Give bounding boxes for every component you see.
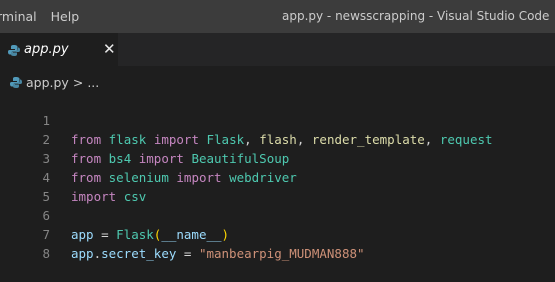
code-line: 6 app = Flask(__name__)	[0, 187, 229, 242]
menu-bar: rminal Help	[0, 9, 79, 24]
code-line: 2 from bs4 import BeautifulSoup	[0, 111, 289, 166]
title-bar: rminal Help app.py - newsscrapping - Vis…	[0, 0, 555, 33]
code-text: from selenium import webdriver	[71, 170, 297, 185]
breadcrumb: app.py > ...	[10, 72, 99, 92]
python-file-icon	[8, 45, 20, 56]
code-text: from bs4 import BeautifulSoup	[71, 151, 290, 166]
editor-tabs-bar: app.py ✕	[0, 33, 555, 66]
close-icon[interactable]: ✕	[103, 40, 116, 58]
code-line: 3 from selenium import webdriver	[0, 130, 296, 185]
tab-app-py[interactable]: app.py ✕	[0, 33, 118, 66]
breadcrumb-separator: >	[72, 74, 84, 90]
code-line: 8	[0, 225, 50, 261]
menu-item-help[interactable]: Help	[51, 9, 80, 24]
code-line: 5	[0, 168, 50, 204]
window-title: app.py - newsscrapping - Visual Studio C…	[282, 9, 550, 23]
code-line: 4 import csv	[0, 149, 146, 204]
python-file-icon	[10, 76, 22, 88]
code-text: import csv	[71, 189, 147, 204]
code-text: app = Flask(__name__)	[71, 227, 230, 242]
code-text: app.secret_key = "manbearpig_MUDMAN888"	[71, 246, 365, 261]
breadcrumb-more[interactable]: ...	[87, 75, 99, 90]
code-line: 7 app.secret_key = "manbearpig_MUDMAN888…	[0, 206, 364, 261]
code-editor[interactable]: 1 from flask import Flask, flash, render…	[0, 92, 555, 261]
menu-item-terminal[interactable]: rminal	[0, 9, 37, 24]
tab-label: app.py	[24, 42, 69, 57]
line-number: 8	[42, 246, 50, 261]
breadcrumb-file[interactable]: app.py	[26, 75, 69, 90]
code-text: from flask import Flask, flash, render_t…	[71, 132, 493, 147]
code-line: 1 from flask import Flask, flash, render…	[0, 92, 492, 147]
